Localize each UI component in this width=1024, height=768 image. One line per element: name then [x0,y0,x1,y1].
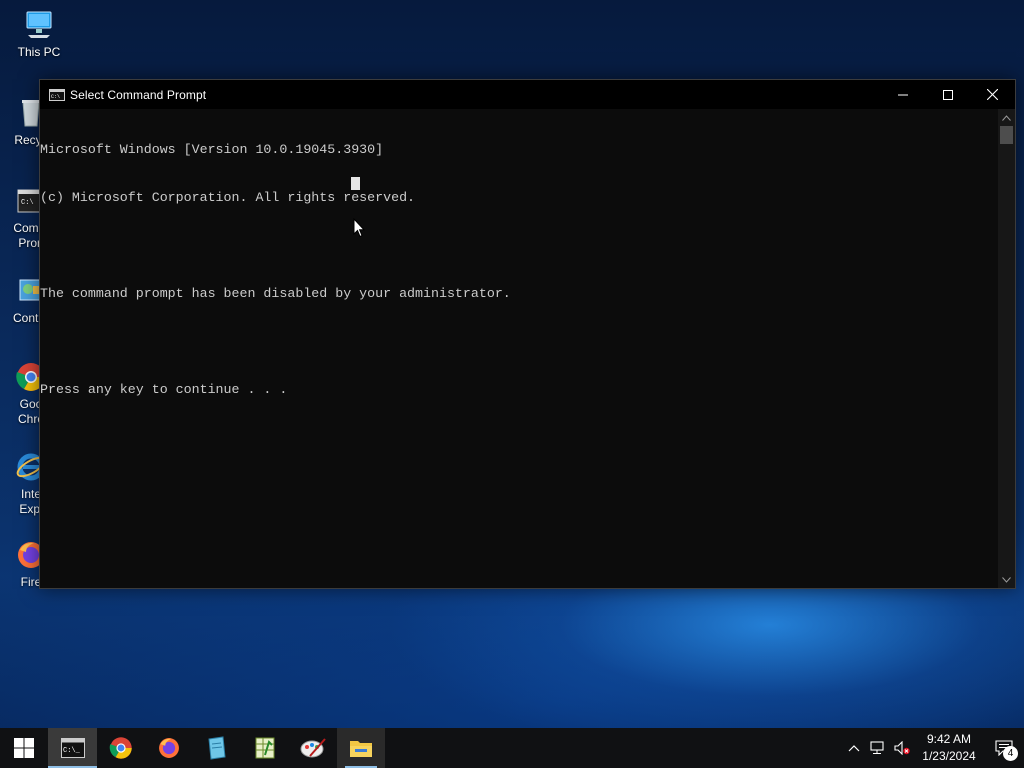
clock-time: 9:42 AM [926,732,971,746]
clock-date: 1/23/2024 [922,749,976,763]
volume-button[interactable] [890,728,914,768]
taskbar-notepad[interactable] [193,728,241,768]
taskbar-file-explorer[interactable] [337,728,385,768]
window-title: Select Command Prompt [70,87,207,102]
scrollbar-thumb[interactable] [1000,126,1013,144]
file-explorer-icon [350,741,372,757]
chrome-icon [109,737,132,759]
desktop-icon-this-pc[interactable]: This PC [2,8,76,60]
taskbar: C:\_ 9:42 AM 1/23/2024 4 [0,728,1024,768]
minimize-button[interactable] [880,80,925,109]
maximize-icon [942,89,953,100]
scroll-down-button[interactable] [998,571,1015,588]
svg-text:C:\_: C:\_ [63,747,81,755]
console-line: (c) Microsoft Corporation. All rights re… [40,190,416,205]
taskbar-command-prompt[interactable]: C:\_ [48,728,97,768]
console-line: Press any key to continue . . . [40,382,288,397]
console-output[interactable]: Microsoft Windows [Version 10.0.19045.39… [40,109,998,588]
vertical-scrollbar[interactable] [998,109,1015,588]
paint-icon [300,738,326,758]
start-icon [14,738,34,758]
network-icon [870,741,884,754]
command-prompt-window[interactable]: C:\ Select Command Prompt Microsoft Wind… [39,79,1016,589]
close-button[interactable] [970,80,1015,109]
scroll-up-button[interactable] [998,109,1015,126]
chevron-down-icon [1002,576,1011,583]
notepad-icon [208,736,226,760]
notification-count-badge: 4 [1003,746,1018,761]
taskbar-paint[interactable] [289,728,337,768]
volume-muted-icon [894,741,910,755]
svg-text:C:\: C:\ [21,199,34,207]
svg-text:C:\: C:\ [51,94,60,100]
command-prompt-icon: C:\_ [60,738,85,758]
spreadsheet-icon [255,737,275,759]
clock[interactable]: 9:42 AM 1/23/2024 [914,728,984,768]
mouse-pointer-icon [353,218,365,238]
this-pc-icon [26,11,52,38]
window-controls [880,80,1015,109]
system-tray: 9:42 AM 1/23/2024 4 [842,728,1024,768]
network-button[interactable] [866,728,890,768]
taskbar-chrome[interactable] [97,728,145,768]
chevron-up-icon [1002,114,1011,121]
window-titlebar[interactable]: C:\ Select Command Prompt [40,80,1015,109]
taskbar-firefox[interactable] [145,728,193,768]
show-hidden-icons-button[interactable] [842,728,866,768]
maximize-button[interactable] [925,80,970,109]
command-prompt-icon: C:\ [49,88,65,101]
console-line: The command prompt has been disabled by … [40,286,511,301]
start-button[interactable] [0,728,48,768]
action-center-button[interactable]: 4 [984,728,1024,768]
taskbar-spreadsheet[interactable] [241,728,289,768]
firefox-icon [159,738,179,758]
desktop-icon-label: This PC [17,45,61,59]
text-cursor [351,177,360,190]
chevron-up-icon [848,745,860,752]
close-icon [987,89,998,100]
console-line: Microsoft Windows [Version 10.0.19045.39… [40,142,384,157]
minimize-icon [897,94,908,95]
